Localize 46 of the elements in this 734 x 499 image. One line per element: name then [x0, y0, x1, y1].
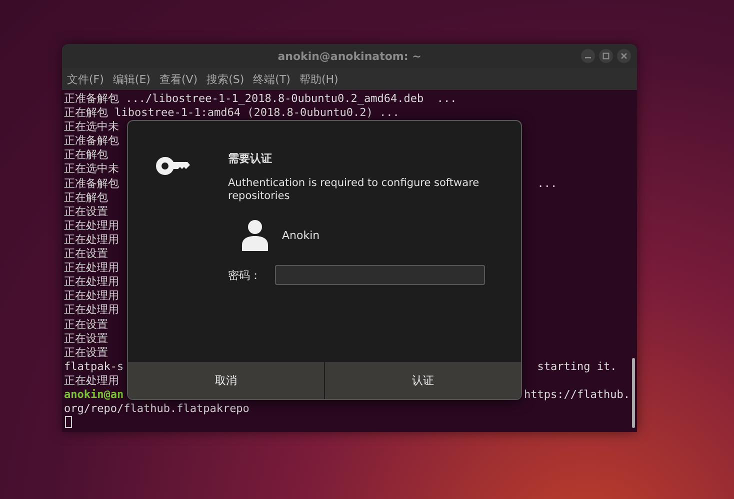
terminal-line: 正在解包 — [64, 190, 108, 205]
menu-item[interactable]: 帮助(H) — [299, 72, 338, 86]
menu-item[interactable]: 搜索(S) — [206, 72, 244, 86]
prompt-text: anokin@an — [64, 388, 124, 402]
maximize-icon[interactable] — [599, 49, 613, 63]
terminal-line: 正在设置 — [64, 332, 108, 346]
close-icon[interactable] — [617, 49, 631, 63]
user-icon — [242, 219, 268, 251]
menu-item[interactable]: 查看(V) — [159, 72, 198, 86]
terminal-line: org/repo/flathub.flatpakrepo — [64, 402, 250, 416]
terminal-line: 正准备解包 — [64, 134, 119, 148]
terminal-line: 正在设置 — [64, 318, 108, 332]
terminal-line: 正在处理用 — [64, 289, 119, 304]
terminal-line: 正在解包 libostree-1-1:amd64 (2018.8-0ubuntu0.2) ... — [64, 106, 400, 120]
terminal-line: 正在设置 — [64, 247, 108, 262]
terminal-line: 正在处理用 — [64, 232, 119, 248]
dialog-button[interactable]: 认证 — [325, 362, 521, 399]
dialog-title: 需要认证 — [228, 151, 273, 166]
terminal-line: 正在处理用 — [64, 218, 119, 233]
terminal-line: ... — [536, 176, 558, 191]
menu-item[interactable]: 文件(F) — [67, 72, 104, 86]
terminal-line: 正在处理用 — [64, 303, 119, 318]
minimize-icon[interactable] — [581, 49, 595, 63]
terminal-line: https://flathub. — [524, 388, 630, 402]
terminal-line: starting it. — [536, 360, 617, 374]
terminal-line: 正准备解包 .../libostree-1-1_2018.8-0ubuntu0.2_amd64.deb ... — [64, 92, 457, 106]
terminal-line: 正在处理用 — [64, 275, 119, 290]
terminal-line: 正在解包 — [64, 148, 108, 162]
terminal-line: 正在设置 — [64, 204, 108, 219]
scrollbar[interactable] — [632, 358, 635, 428]
terminal-line: 正在选中未 — [64, 162, 119, 177]
cursor-block — [65, 416, 72, 428]
user-name: Anokin — [282, 228, 320, 242]
terminal-line: 正在选中未 — [64, 120, 119, 134]
window-title: anokin@anokinatom: ~ — [278, 50, 422, 62]
dialog-button[interactable]: 取消 — [128, 362, 324, 399]
terminal-line: flatpak-s — [64, 360, 124, 374]
terminal-line: 正在设置 — [64, 346, 108, 360]
dialog-message: Authentication is required to configure software repositories — [228, 177, 480, 203]
menu-item[interactable]: 终端(T) — [253, 72, 290, 86]
menu-item[interactable]: 编辑(E) — [112, 72, 150, 86]
password-label: 密码： — [228, 268, 262, 282]
terminal-line: 正在处理用 — [64, 374, 119, 388]
terminal-line: 正准备解包 — [64, 176, 119, 191]
terminal-line: 正在处理用 — [64, 261, 119, 276]
password-field[interactable] — [275, 265, 485, 285]
